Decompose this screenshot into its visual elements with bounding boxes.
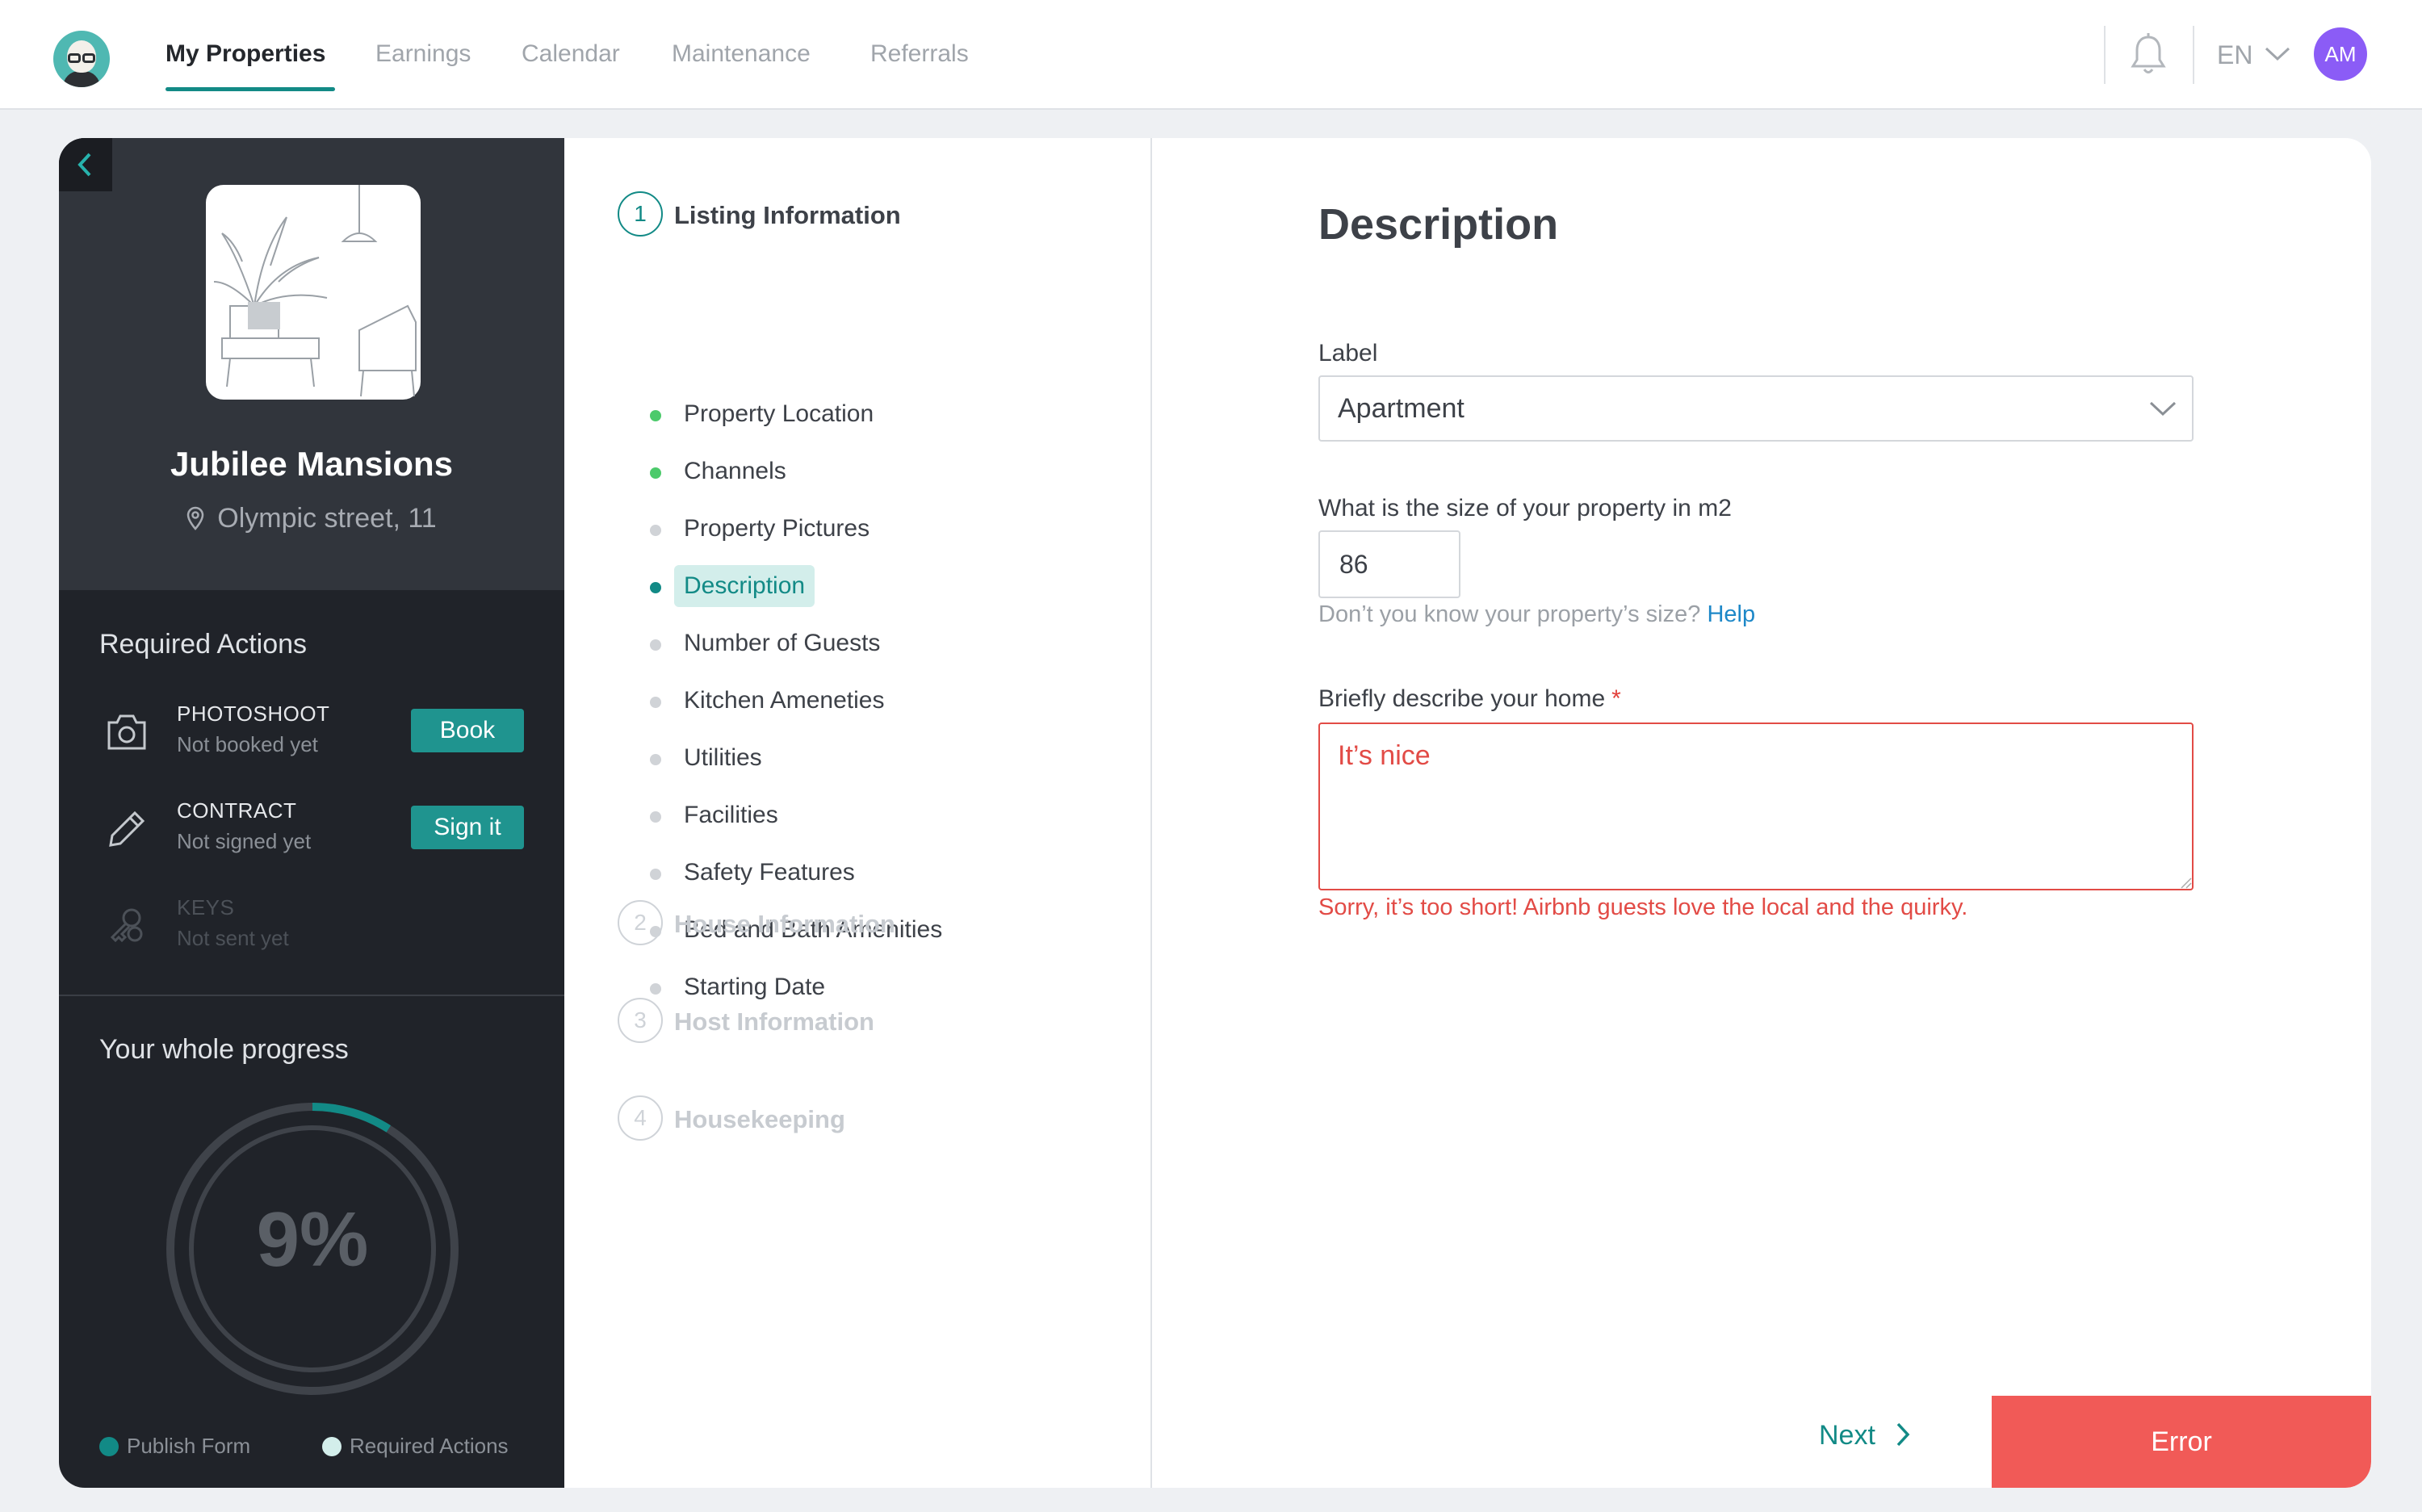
progress-percent: 9% <box>256 1196 369 1283</box>
book-photoshoot-button[interactable]: Book <box>411 709 524 752</box>
legend-label: Publish Form <box>127 1434 251 1458</box>
photoshoot-title: PHOTOSHOOT <box>177 702 330 726</box>
step-listing-information[interactable]: Listing Information <box>674 201 901 230</box>
describe-field-label: Briefly describe your home * <box>1318 685 1621 713</box>
keys-status: Not sent yet <box>177 926 289 950</box>
describe-label-text: Briefly describe your home <box>1318 685 1606 712</box>
nav-active-indicator <box>166 87 335 91</box>
chevron-left-icon <box>78 153 91 177</box>
top-navbar: My Properties Earnings Calendar Maintena… <box>0 0 2422 110</box>
nav-referrals[interactable]: Referrals <box>870 40 969 68</box>
substep-label: Property Location <box>684 400 874 427</box>
help-link[interactable]: Help <box>1707 601 1755 627</box>
sign-contract-button[interactable]: Sign it <box>411 806 524 849</box>
divider <box>2193 26 2194 84</box>
legend-required-actions: Required Actions <box>322 1434 509 1459</box>
substep-label: Property Pictures <box>684 515 870 542</box>
progress-title: Your whole progress <box>99 1034 349 1065</box>
substep-status-dot <box>650 410 661 421</box>
steps-navigation: 1 Listing Information Property Location C… <box>564 138 1152 1488</box>
size-hint-text: Don’t you know your property’s size? <box>1318 601 1701 627</box>
nav-maintenance[interactable]: Maintenance <box>672 40 811 68</box>
substep-label: Kitchen Ameneties <box>684 687 885 714</box>
language-label: EN <box>2217 40 2253 69</box>
step-number: 4 <box>618 1095 663 1141</box>
form-heading: Description <box>1318 200 1559 249</box>
step-number: 3 <box>618 998 663 1043</box>
label-field-label: Label <box>1318 340 1378 366</box>
description-textarea[interactable]: It’s nice <box>1318 722 2194 890</box>
substep-label: Starting Date <box>684 974 826 1000</box>
keys-icon <box>110 908 143 943</box>
label-select[interactable]: Apartment <box>1318 375 2194 442</box>
required-actions-title: Required Actions <box>99 629 308 660</box>
camera-icon <box>107 714 146 750</box>
contract-title: CONTRACT <box>177 798 297 823</box>
property-thumbnail <box>206 185 421 400</box>
property-name: Jubilee Mansions <box>170 445 454 483</box>
app-logo[interactable] <box>53 31 110 87</box>
description-error-message: Sorry, it’s too short! Airbnb guests lov… <box>1318 894 1968 920</box>
contract-status: Not signed yet <box>177 829 312 853</box>
step-number: 2 <box>618 900 663 945</box>
property-address: Olympic street, 11 <box>59 503 564 534</box>
legend-label: Required Actions <box>350 1434 509 1458</box>
property-setup-card: Jubilee Mansions Olympic street, 11 Requ… <box>59 138 2371 1488</box>
step-number: 1 <box>618 191 663 237</box>
chevron-right-icon <box>1897 1422 1910 1447</box>
step-house-information[interactable]: House Information <box>674 910 895 939</box>
description-form: Description Label Apartment What is the … <box>1152 138 2371 1488</box>
pencil-icon <box>109 810 145 847</box>
size-hint: Don’t you know your property’s size? Hel… <box>1318 601 1755 628</box>
keys-title: KEYS <box>177 895 235 919</box>
divider <box>2104 26 2106 84</box>
property-size-input[interactable]: 86 <box>1318 530 1460 598</box>
substep-label: Description <box>674 565 815 607</box>
substep-status-dot <box>650 869 661 880</box>
language-selector[interactable]: EN <box>2217 40 2290 70</box>
substep-status-dot <box>650 811 661 823</box>
substep-status-dot <box>650 467 661 479</box>
resize-handle-icon[interactable] <box>2179 876 2192 889</box>
substep-status-dot <box>650 639 661 651</box>
nav-earnings[interactable]: Earnings <box>375 40 471 68</box>
substep-status-dot <box>650 754 661 765</box>
next-button[interactable]: Next <box>1819 1420 1912 1451</box>
substep-label: Safety Features <box>684 859 855 886</box>
property-sidebar: Jubilee Mansions Olympic street, 11 Requ… <box>59 138 564 1488</box>
bell-icon[interactable] <box>2128 32 2168 77</box>
substep-status-dot <box>650 582 661 593</box>
substep-status-dot <box>650 525 661 536</box>
substep-label: Channels <box>684 458 786 484</box>
location-pin-icon <box>187 506 204 530</box>
step-housekeeping[interactable]: Housekeeping <box>674 1105 845 1134</box>
substep-label: Facilities <box>684 802 778 828</box>
property-header: Jubilee Mansions Olympic street, 11 <box>59 138 564 590</box>
substep-label: Utilities <box>684 744 762 771</box>
substep-label: Number of Guests <box>684 630 881 656</box>
photoshoot-status: Not booked yet <box>177 732 318 756</box>
label-select-value: Apartment <box>1338 393 1465 424</box>
legend-publish-form: Publish Form <box>99 1434 250 1459</box>
size-field-label: What is the size of your property in m2 <box>1318 495 1732 521</box>
back-button[interactable] <box>59 138 112 191</box>
divider <box>59 995 564 996</box>
chevron-down-icon <box>2149 401 2177 417</box>
avatar[interactable]: AM <box>2314 27 2367 81</box>
substep-status-dot <box>650 697 661 708</box>
substep-status-dot <box>650 983 661 995</box>
next-label: Next <box>1819 1420 1875 1451</box>
property-address-text: Olympic street, 11 <box>217 503 437 534</box>
step-host-information[interactable]: Host Information <box>674 1007 874 1037</box>
chevron-down-icon <box>2265 47 2290 61</box>
required-asterisk: * <box>1611 685 1621 712</box>
nav-my-properties[interactable]: My Properties <box>166 40 325 68</box>
nav-calendar[interactable]: Calendar <box>522 40 620 68</box>
error-button[interactable]: Error <box>1992 1396 2371 1488</box>
